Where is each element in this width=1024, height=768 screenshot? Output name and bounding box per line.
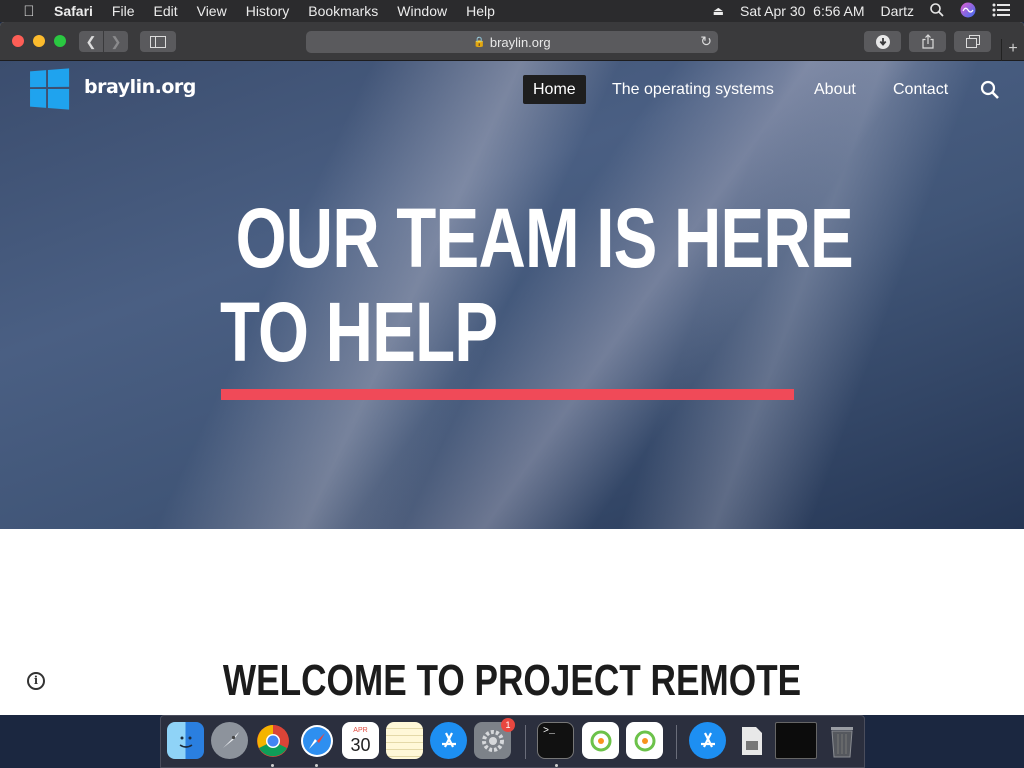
browser-toolbar: ❮ ❯ 🔒 braylin.org ↻ + [0, 22, 1024, 61]
odnoklassniki-icon [634, 730, 655, 751]
info-icon[interactable]: i [27, 672, 45, 690]
hero-heading: OUR TEAM IS HERE TO HELP [220, 191, 854, 379]
menu-extras: ⏏ Sat Apr 30 6:56 AM Dartz [713, 0, 1024, 22]
dock-running-indicator [315, 764, 318, 767]
address-bar[interactable]: 🔒 braylin.org ↻ [306, 31, 718, 53]
new-tab-icon: + [1008, 40, 1018, 57]
rocket-icon [222, 731, 239, 748]
forward-button[interactable]: ❯ [104, 31, 128, 52]
dock-system-preferences[interactable]: 1 [474, 718, 515, 759]
nav-home[interactable]: Home [523, 75, 586, 104]
dock-terminal[interactable]: >_ [537, 722, 574, 759]
dock-app-store[interactable] [430, 722, 467, 759]
menu-bookmarks[interactable]: Bookmarks [308, 0, 378, 22]
reload-icon[interactable]: ↻ [700, 33, 712, 50]
hero-heading-line2: TO HELP [220, 285, 498, 379]
nav-about[interactable]: About [804, 75, 866, 104]
menu-file[interactable]: File [112, 0, 135, 22]
back-icon: ❮ [85, 33, 97, 49]
site-title-link[interactable]: braylin.org [84, 76, 196, 98]
gear-icon [481, 729, 504, 752]
document-icon [741, 726, 762, 755]
dock-separator [525, 725, 526, 759]
menu-edit[interactable]: Edit [153, 0, 177, 22]
lock-icon: 🔒 [473, 36, 486, 48]
hero-section: braylin.org Home The operating systems A… [0, 61, 1024, 529]
minimize-window-button[interactable] [33, 35, 45, 47]
share-icon [921, 34, 934, 49]
dock-odnoklassniki-1[interactable] [582, 722, 619, 759]
share-button[interactable] [909, 31, 946, 52]
siri-icon[interactable] [960, 2, 976, 21]
spotlight-search-icon[interactable] [930, 2, 944, 20]
safari-compass-icon [300, 724, 333, 757]
menu-history[interactable]: History [246, 0, 290, 22]
dock-running-indicator [555, 764, 558, 767]
menu-window[interactable]: Window [397, 0, 447, 22]
download-icon [875, 34, 890, 49]
dock-finder[interactable] [167, 722, 204, 759]
web-content: braylin.org Home The operating systems A… [0, 61, 1024, 715]
dock-app-store-folder[interactable] [689, 722, 726, 759]
chrome-icon [256, 724, 289, 757]
menu-app-safari[interactable]: Safari [54, 0, 93, 22]
menu-help[interactable]: Help [466, 0, 495, 22]
app-store-icon [700, 732, 715, 747]
hero-heading-line1: OUR TEAM IS HERE [235, 191, 854, 285]
odnoklassniki-icon [590, 730, 611, 751]
safari-window: ❮ ❯ 🔒 braylin.org ↻ + braylin.org Home T… [0, 22, 1024, 715]
hero-accent-bar [221, 389, 794, 400]
dock-separator [676, 725, 677, 759]
back-button[interactable]: ❮ [79, 31, 103, 52]
dock-safari[interactable] [298, 722, 335, 759]
dock-chrome[interactable] [254, 722, 291, 759]
user-name[interactable]: Dartz [881, 3, 914, 19]
address-text: braylin.org [489, 34, 551, 50]
clock[interactable]: Sat Apr 30 6:56 AM [740, 3, 865, 19]
notification-badge: 1 [501, 718, 515, 732]
dock-trash[interactable] [823, 722, 860, 759]
finder-icon [179, 736, 192, 748]
app-store-icon [441, 732, 456, 747]
nav-contact[interactable]: Contact [883, 75, 958, 104]
tabs-overview-icon [965, 34, 980, 48]
fullscreen-window-button[interactable] [54, 35, 66, 47]
welcome-heading: WELCOME TO PROJECT REMOTE [222, 656, 802, 705]
search-icon[interactable] [978, 78, 1002, 102]
eject-icon[interactable]: ⏏ [713, 4, 724, 18]
menu-bar:  Safari File Edit View History Bookmark… [0, 0, 1024, 22]
dock-odnoklassniki-2[interactable] [626, 722, 663, 759]
tab-overview-button[interactable] [954, 31, 991, 52]
dock: APR 30 1 >_ [160, 715, 865, 768]
menu-view[interactable]: View [197, 0, 227, 22]
calendar-day: 30 [350, 735, 371, 755]
apple-icon[interactable]:  [16, 3, 42, 20]
windows-logo-icon[interactable] [30, 68, 70, 110]
dock-calendar[interactable]: APR 30 [342, 722, 379, 759]
calendar-month: APR [353, 727, 368, 734]
new-tab-button[interactable]: + [1001, 39, 1024, 61]
trash-icon [830, 726, 853, 757]
sidebar-icon [150, 35, 166, 48]
dock-notes[interactable] [386, 722, 423, 759]
dock-preview-document[interactable] [733, 722, 770, 759]
downloads-button[interactable] [864, 31, 901, 52]
dock-screen-window[interactable] [775, 722, 817, 759]
nav-operating-systems[interactable]: The operating systems [602, 75, 784, 104]
notification-center-icon[interactable] [992, 3, 1010, 20]
sidebar-button[interactable] [140, 31, 176, 52]
terminal-icon: >_ [543, 726, 556, 737]
dock-launchpad[interactable] [211, 722, 248, 759]
close-window-button[interactable] [12, 35, 24, 47]
forward-icon: ❯ [110, 33, 122, 49]
dock-running-indicator [271, 764, 274, 767]
